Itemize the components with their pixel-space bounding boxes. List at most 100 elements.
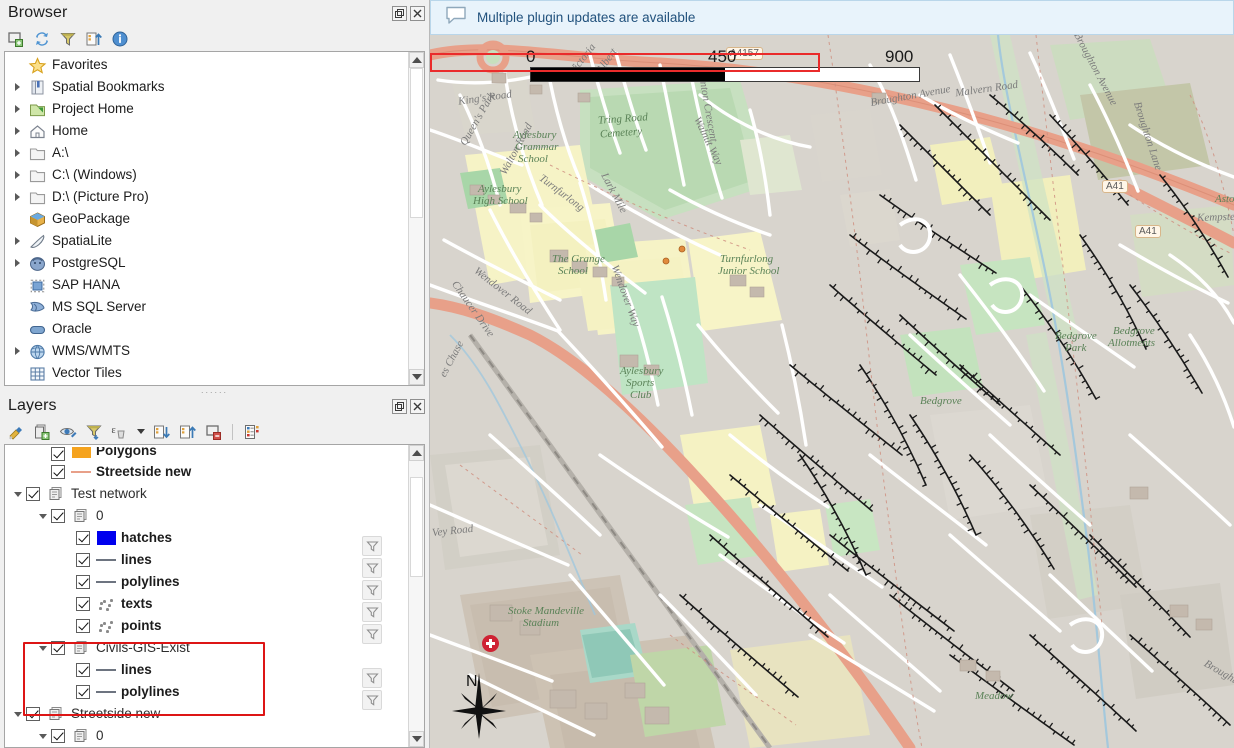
layer-visibility-checkbox[interactable] — [76, 575, 90, 589]
manage-map-themes-icon[interactable] — [58, 422, 77, 441]
close-panel-button[interactable] — [410, 5, 425, 21]
message-bar[interactable]: Multiple plugin updates are available — [430, 0, 1234, 35]
layer-row-texts[interactable]: texts — [5, 593, 408, 615]
line-symbol-swatch — [95, 550, 117, 570]
layer-row-points[interactable]: points — [5, 615, 408, 637]
chevron-down-icon[interactable] — [136, 422, 145, 441]
layers-tree[interactable]: Polygons Streetside new Test network 0 hatch… — [5, 445, 408, 747]
layer-visibility-checkbox[interactable] — [51, 465, 65, 479]
browser-scrollbar[interactable] — [408, 52, 424, 386]
collapse-arrow-icon[interactable] — [9, 703, 26, 725]
map-canvas[interactable]: King's Road Queen's Park Walton Road Victor… — [430, 35, 1234, 748]
collapse-arrow-icon[interactable] — [34, 637, 51, 659]
open-layer-styling-icon[interactable] — [6, 422, 25, 441]
postgresql-icon — [26, 253, 48, 273]
browser-item-sap-hana[interactable]: SAP HANA — [5, 274, 408, 296]
expand-arrow-icon[interactable] — [9, 164, 26, 186]
close-panel-button[interactable] — [410, 398, 425, 414]
layer-row-0[interactable]: 0 — [5, 505, 408, 527]
layer-visibility-checkbox[interactable] — [26, 487, 40, 501]
layer-row-0[interactable]: 0 — [5, 725, 408, 747]
browser-item-wms-wmts[interactable]: WMS/WMTS — [5, 340, 408, 362]
collapse-all-icon[interactable] — [178, 422, 197, 441]
scroll-up-button[interactable] — [409, 445, 424, 461]
browser-item-postgresql[interactable]: PostgreSQL — [5, 252, 408, 274]
collapse-arrow-icon[interactable] — [9, 483, 26, 505]
browser-item-oracle[interactable]: Oracle — [5, 318, 408, 340]
browser-item-d-picture-pro[interactable]: D:\ (Picture Pro) — [5, 186, 408, 208]
scroll-track[interactable] — [409, 68, 424, 370]
hospital-poi-marker — [482, 635, 499, 652]
collapse-all-icon[interactable] — [84, 29, 103, 48]
filter-browser-icon[interactable] — [58, 29, 77, 48]
browser-item-a[interactable]: A:\ — [5, 142, 408, 164]
layer-row-polygons[interactable]: Polygons — [5, 447, 408, 461]
float-panel-button[interactable] — [392, 5, 407, 21]
layer-row-polylines[interactable]: polylines — [5, 571, 408, 593]
layer-row-civils-gis-exist[interactable]: Civils-GIS-Exist — [5, 637, 408, 659]
expand-arrow-icon[interactable] — [9, 252, 26, 274]
remove-layer-icon[interactable] — [204, 422, 223, 441]
collapse-arrow-icon[interactable] — [34, 505, 51, 527]
layer-row-lines[interactable]: lines — [5, 659, 408, 681]
layer-row-streetside-new[interactable]: Streetside new — [5, 461, 408, 483]
spatialite-icon — [26, 231, 48, 251]
expand-arrow-icon[interactable] — [9, 186, 26, 208]
filter-legend-expression-icon[interactable]: ε — [110, 422, 129, 441]
layer-visibility-checkbox[interactable] — [76, 553, 90, 567]
layer-visibility-checkbox[interactable] — [76, 619, 90, 633]
collapse-arrow-icon[interactable] — [34, 725, 51, 747]
expand-arrow-icon[interactable] — [9, 120, 26, 142]
layer-label: lines — [121, 662, 152, 677]
svg-text:ε: ε — [111, 425, 115, 436]
layer-visibility-checkbox[interactable] — [76, 663, 90, 677]
north-arrow: N — [448, 665, 510, 746]
layer-visibility-checkbox[interactable] — [51, 509, 65, 523]
scroll-track[interactable] — [409, 461, 424, 731]
scroll-thumb[interactable] — [410, 477, 423, 577]
layer-visibility-checkbox[interactable] — [76, 597, 90, 611]
layers-scrollbar[interactable] — [408, 445, 424, 747]
browser-item-label: Vector Tiles — [52, 365, 122, 380]
add-layer-icon[interactable] — [6, 29, 25, 48]
float-panel-button[interactable] — [392, 398, 407, 414]
layer-row-test-network[interactable]: Test network — [5, 483, 408, 505]
browser-item-vector-tiles[interactable]: Vector Tiles — [5, 362, 408, 384]
layer-row-streetside-new[interactable]: Streetside new — [5, 703, 408, 725]
browser-item-home[interactable]: Home — [5, 120, 408, 142]
expand-arrow-icon[interactable] — [9, 76, 26, 98]
toggle-legend-extent-icon[interactable] — [242, 422, 261, 441]
refresh-icon[interactable] — [32, 29, 51, 48]
filter-legend-icon[interactable] — [84, 422, 103, 441]
expand-arrow-icon[interactable] — [9, 230, 26, 252]
layer-visibility-checkbox[interactable] — [26, 707, 40, 721]
scroll-down-button[interactable] — [409, 369, 424, 386]
point-symbol-swatch — [95, 594, 117, 614]
scroll-thumb[interactable] — [410, 68, 423, 218]
browser-tree[interactable]: Favorites Spatial Bookmarks Project Home Ho… — [5, 52, 408, 385]
layer-visibility-checkbox[interactable] — [51, 641, 65, 655]
layer-row-polylines[interactable]: polylines — [5, 681, 408, 703]
scroll-up-button[interactable] — [409, 52, 424, 68]
browser-item-favorites[interactable]: Favorites — [5, 54, 408, 76]
browser-item-geopackage[interactable]: GeoPackage — [5, 208, 408, 230]
browser-item-spatialite[interactable]: SpatiaLite — [5, 230, 408, 252]
browser-item-project-home[interactable]: Project Home — [5, 98, 408, 120]
scroll-down-button[interactable] — [409, 731, 424, 747]
expand-arrow-icon[interactable] — [9, 340, 26, 362]
expand-arrow-icon[interactable] — [9, 142, 26, 164]
browser-item-spatial-bookmarks[interactable]: Spatial Bookmarks — [5, 76, 408, 98]
properties-info-icon[interactable] — [110, 29, 129, 48]
layer-visibility-checkbox[interactable] — [76, 685, 90, 699]
add-group-icon[interactable] — [32, 422, 51, 441]
browser-item-ms-sql-server[interactable]: MS SQL Server — [5, 296, 408, 318]
layer-row-lines[interactable]: lines — [5, 549, 408, 571]
browser-item-c-windows[interactable]: C:\ (Windows) — [5, 164, 408, 186]
layer-visibility-checkbox[interactable] — [76, 531, 90, 545]
layer-visibility-checkbox[interactable] — [51, 447, 65, 461]
expand-all-icon[interactable] — [152, 422, 171, 441]
layer-row-hatches[interactable]: hatches — [5, 527, 408, 549]
expand-arrow-icon[interactable] — [9, 98, 26, 120]
panel-splitter[interactable]: ...... — [0, 385, 429, 394]
layer-visibility-checkbox[interactable] — [51, 729, 65, 743]
